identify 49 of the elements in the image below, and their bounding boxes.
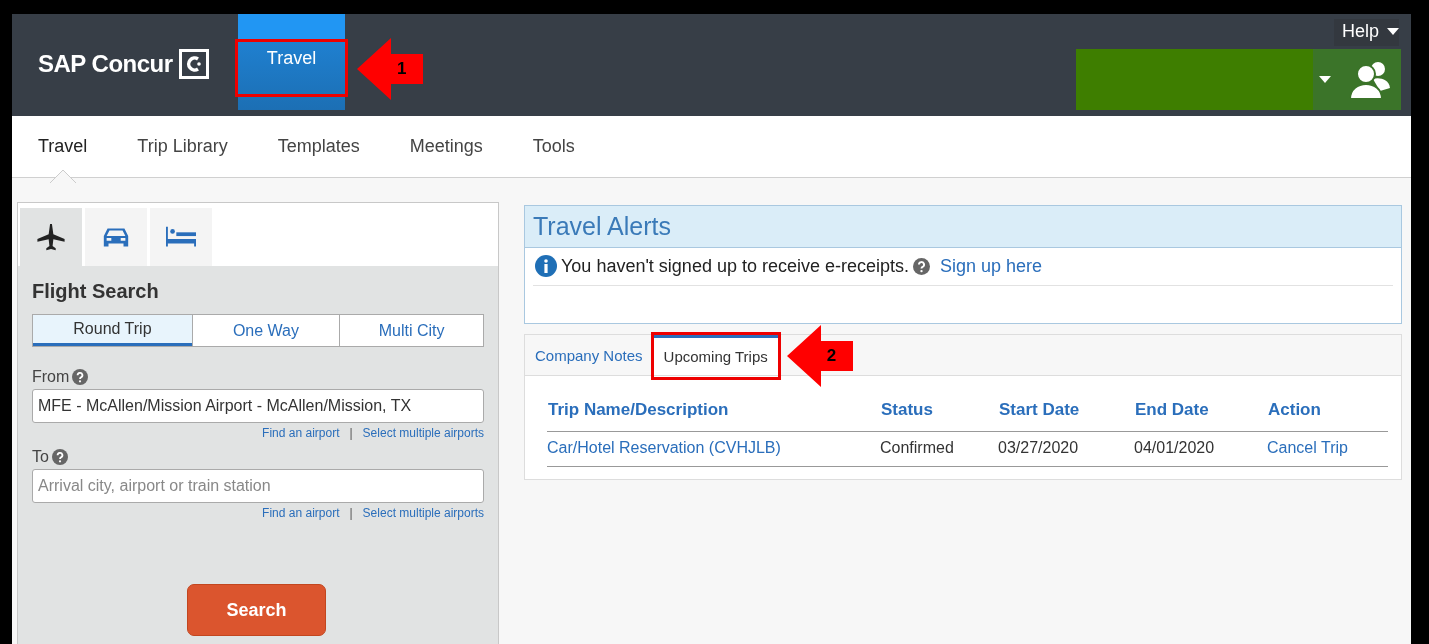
logo-text: SAP Concur [38,50,173,78]
field-label: From [32,368,70,386]
table-cell: 03/27/2020 [998,432,1134,467]
link[interactable]: Select multiple airports [362,426,484,440]
callout-arrow [786,325,853,387]
callout-number: 2 [826,346,837,366]
callout-number: 1 [397,59,407,79]
field-label: To [32,448,49,466]
alert-message: You haven't signed up to receive e-receipts. [561,255,909,277]
table-cell: 04/01/2020 [1134,432,1267,467]
cancel-link[interactable]: Cancel Trip [1267,432,1388,467]
link-separator: | [349,506,353,520]
search-button[interactable]: Search [187,584,326,636]
caret-icon [1387,28,1399,35]
link[interactable]: Sign up here [940,255,1043,277]
input-field[interactable]: MFE - McAllen/Mission Airport - McAllen/Mission, TX [32,389,484,423]
link[interactable]: Find an airport [262,426,340,440]
column-header: Trip Name/Description [547,392,880,432]
column-header: Start Date [998,392,1134,432]
content-tab[interactable]: Upcoming Trips [652,335,779,375]
column-header: Status [880,392,998,432]
help-icon[interactable] [72,369,89,385]
airplane-icon [34,222,68,252]
nav-tab[interactable]: Templates [277,128,360,165]
alerts-title: Travel Alerts [533,212,671,241]
link[interactable]: Find an airport [262,506,340,520]
link-separator: | [349,426,353,440]
nav-tab[interactable]: Meetings [409,128,483,165]
mode-tab[interactable] [20,208,82,266]
panel-title: Flight Search [32,280,160,303]
trip-link[interactable]: Car/Hotel Reservation (CVHJLB) [547,432,880,467]
input-field[interactable]: Arrival city, airport or train station [32,469,484,503]
column-header: End Date [1134,392,1267,432]
logo-icon [178,49,209,79]
table-cell: Confirmed [880,432,998,467]
module-tab[interactable]: Travel [238,14,345,110]
nav-tab[interactable]: Travel [38,128,88,165]
content-tab[interactable]: Company Notes [525,335,653,375]
help-icon[interactable] [51,449,68,465]
nav-tab[interactable]: Tools [532,128,575,165]
help-icon[interactable] [913,257,930,275]
link[interactable]: Select multiple airports [362,506,484,520]
user-menu[interactable] [1313,49,1401,110]
trip-type-tab[interactable]: Round Trip [33,315,192,346]
column-header: Action [1267,392,1388,432]
info-icon [535,255,557,277]
callout-arrow [357,38,423,100]
nav-tab[interactable]: Trip Library [137,128,228,165]
caret-icon [1319,76,1331,83]
